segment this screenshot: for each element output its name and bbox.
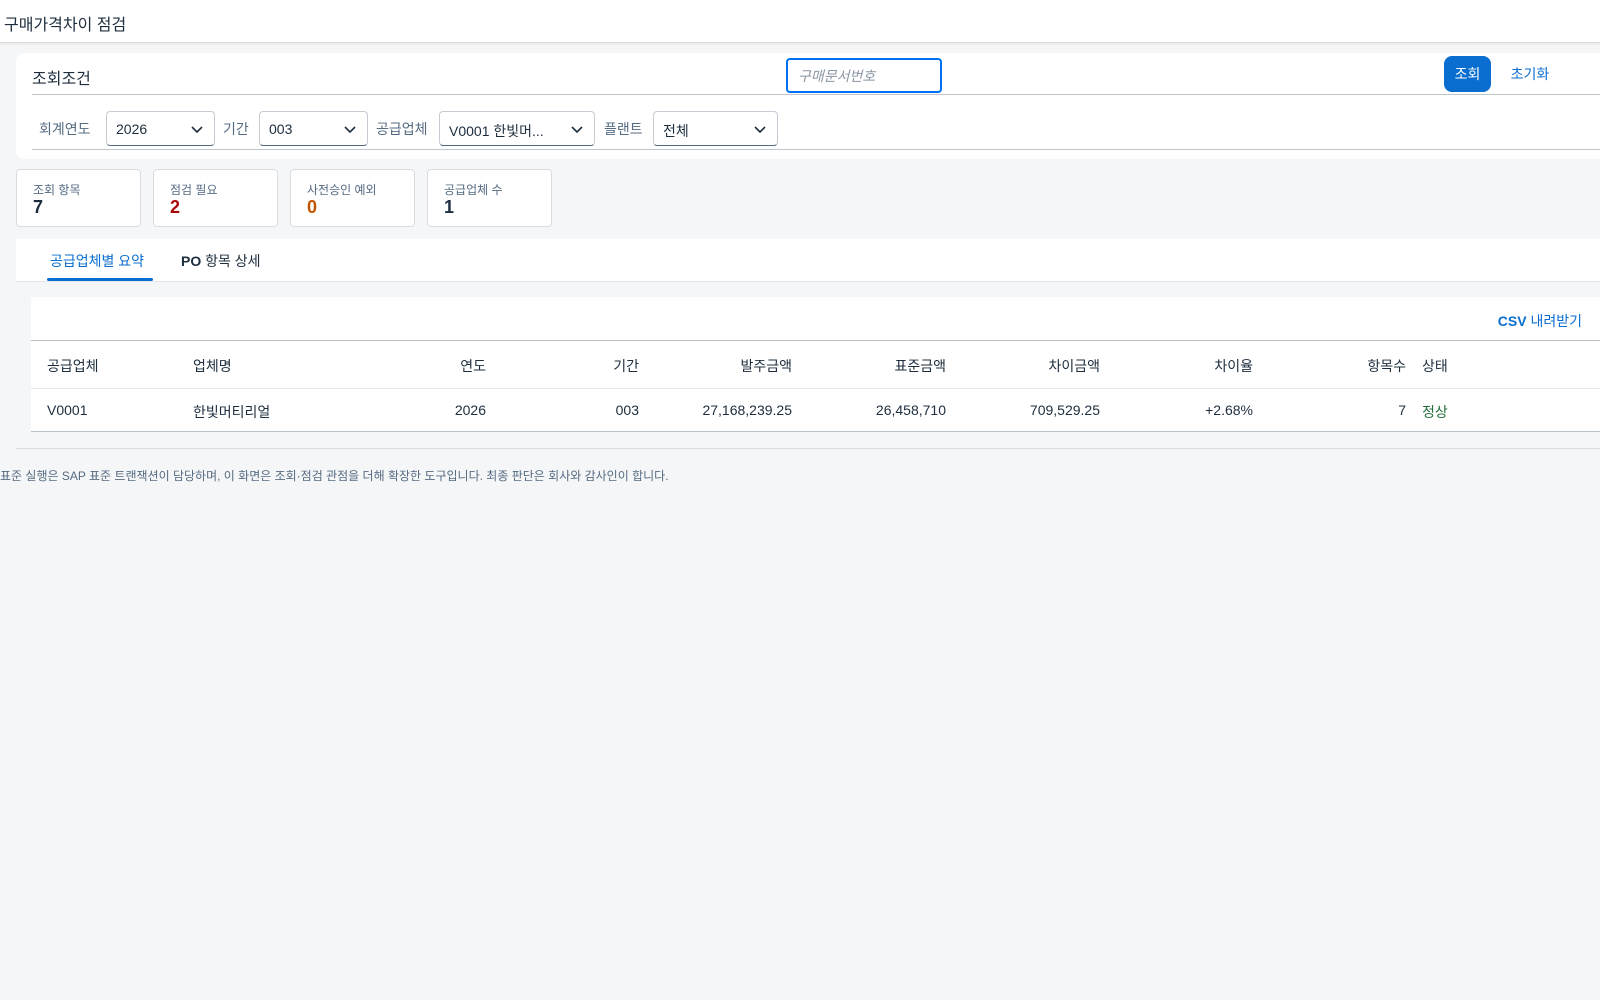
cell-po-amount: 27,168,239.25 [702,402,792,418]
csv-label-rest: 내려받기 [1526,313,1582,329]
fiscal-year-label: 회계연도 [39,121,91,137]
footer-note: 표준 실행은 SAP 표준 트랜잭션이 담당하며, 이 화면은 조회·점검 관점… [0,469,669,483]
po-number-input[interactable] [786,58,942,93]
col-header-item-count[interactable]: 항목수 [1367,356,1406,376]
cell-vendor: V0001 [47,402,88,418]
col-header-period[interactable]: 기간 [613,356,639,376]
kpi-label: 점검 필요 [170,183,218,197]
kpi-value: 7 [33,197,44,217]
cell-vendor-name: 한빛머티리얼 [193,404,271,420]
status-badge: 정상 [1422,404,1448,420]
divider [32,94,1600,95]
filter-section-title: 조회조건 [32,71,91,88]
cell-period: 003 [615,402,639,418]
chevron-down-icon [344,126,356,134]
period-label: 기간 [223,121,249,137]
kpi-card-vendor-count: 공급업체 수 1 [427,169,552,227]
cell-variance-amount: 709,529.25 [1029,402,1100,418]
plant-value: 전체 [663,123,689,139]
kpi-value: 0 [307,197,318,217]
chevron-down-icon [571,126,583,134]
tab-selected-indicator [47,278,153,281]
vendor-select[interactable]: V0001 한빛머... [439,111,595,146]
tab-label-rest: 항목 상세 [201,253,261,269]
divider [32,149,1600,150]
col-header-variance-rate[interactable]: 차이율 [1214,356,1253,376]
kpi-value: 1 [444,197,455,217]
col-header-vendor-name[interactable]: 업체명 [193,356,232,376]
csv-label-bold: CSV [1497,313,1527,329]
period-value: 003 [269,121,293,137]
fiscal-year-select[interactable]: 2026 [106,111,215,146]
plant-label: 플랜트 [604,121,643,137]
cell-item-count: 7 [1398,402,1406,418]
table-row[interactable]: V0001 한빛머티리얼 2026 003 27,168,239.25 26,4… [31,389,1600,432]
kpi-card-preapproval-exceptions: 사전승인 예외 0 [290,169,415,227]
tab-po-item-detail[interactable]: PO 항목 상세 [181,251,261,271]
search-button[interactable]: 조회 [1444,56,1491,92]
tab-bar: 공급업체별 요약 PO 항목 상세 [16,239,1600,282]
kpi-card-review-needed: 점검 필요 2 [153,169,278,227]
kpi-label: 조회 항목 [33,183,81,197]
col-header-status[interactable]: 상태 [1422,356,1448,376]
plant-select[interactable]: 전체 [653,111,778,146]
period-select[interactable]: 003 [259,111,368,146]
shell-bar: 구매가격차이 점검 [0,0,1600,43]
tab-vendor-summary[interactable]: 공급업체별 요약 [50,251,144,271]
col-header-variance-amount[interactable]: 차이금액 [1048,356,1100,376]
vendor-value: V0001 한빛머... [449,123,544,139]
vendor-label: 공급업체 [376,121,428,137]
col-header-vendor[interactable]: 공급업체 [47,356,99,376]
table-header: 공급업체 업체명 연도 기간 발주금액 표준금액 차이금액 차이율 항목수 상태 [31,340,1600,389]
chevron-down-icon [191,126,203,134]
app-title: 구매가격차이 점검 [4,17,127,34]
col-header-po-amount[interactable]: 발주금액 [740,356,792,376]
kpi-label: 사전승인 예외 [307,183,377,197]
cell-variance-rate: +2.68% [1205,402,1253,418]
csv-download-button[interactable]: CSV 내려받기 [1498,311,1582,331]
reset-button[interactable]: 초기화 [1500,56,1560,92]
chevron-down-icon [754,126,766,134]
cell-standard-amount: 26,458,710 [875,402,946,418]
kpi-label: 공급업체 수 [444,183,503,197]
fiscal-year-value: 2026 [116,121,148,137]
col-header-standard-amount[interactable]: 표준금액 [894,356,946,376]
tab-label-bold: PO [181,253,202,269]
vendor-summary-table: CSV 내려받기 공급업체 업체명 연도 기간 발주금액 표준금액 차이금액 차… [31,297,1600,432]
kpi-value: 2 [170,197,181,217]
cell-year: 2026 [454,402,486,418]
divider [16,448,1600,449]
col-header-year[interactable]: 연도 [460,356,486,376]
kpi-card-items: 조회 항목 7 [16,169,141,227]
